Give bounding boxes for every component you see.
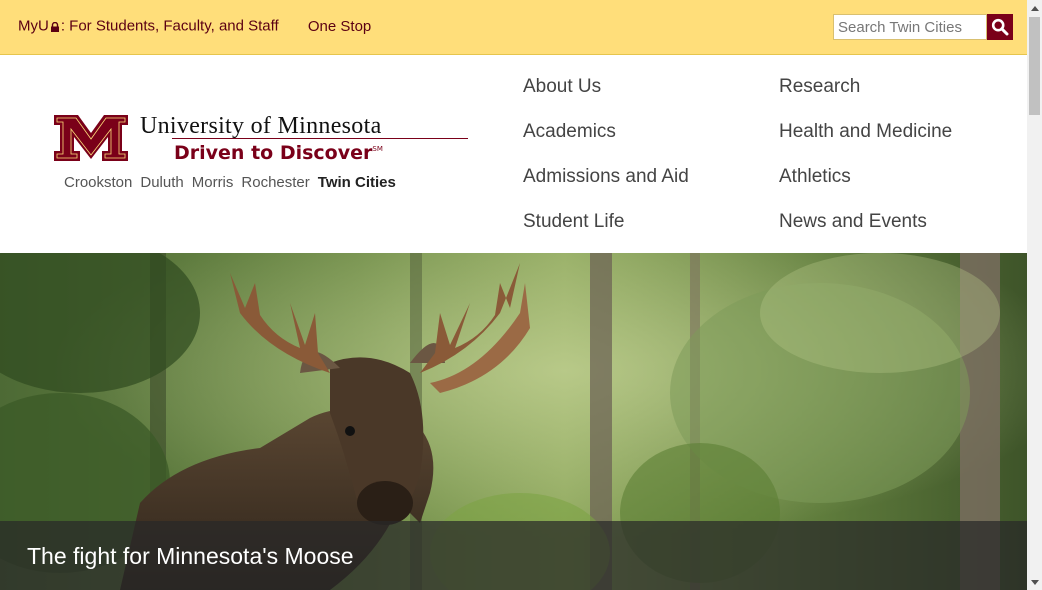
campus-links: Crookston Duluth Morris Rochester Twin Citie… xyxy=(64,174,396,191)
utility-links: MyU : For Students, Faculty, and Staff On… xyxy=(18,17,371,35)
hero-caption[interactable]: The fight for Minnesota's Moose xyxy=(0,521,1027,590)
hero-banner[interactable]: The fight for Minnesota's Moose xyxy=(0,253,1027,590)
nav-about-us[interactable]: About Us xyxy=(523,76,601,98)
campus-link-morris[interactable]: Morris xyxy=(192,174,234,191)
utility-bar: MyU : For Students, Faculty, and Staff On… xyxy=(0,0,1027,55)
search-button[interactable] xyxy=(987,14,1013,40)
nav-admissions-and-aid[interactable]: Admissions and Aid xyxy=(523,166,689,188)
nav-athletics[interactable]: Athletics xyxy=(779,166,851,188)
scroll-thumb[interactable] xyxy=(1029,17,1040,115)
logo-divider xyxy=(172,138,468,139)
site-header: University of Minnesota Driven to Discov… xyxy=(0,55,1027,253)
one-stop-link[interactable]: One Stop xyxy=(308,18,371,35)
myu-suffix: : For Students, Faculty, and Staff xyxy=(60,17,279,35)
search-form xyxy=(833,14,1013,40)
campus-link-crookston[interactable]: Crookston xyxy=(64,174,132,191)
lock-icon xyxy=(50,21,60,32)
tagline: Driven to DiscoverSM xyxy=(174,142,383,164)
tagline-text: Driven to Discover xyxy=(174,142,373,164)
nav-research[interactable]: Research xyxy=(779,76,860,98)
block-m-icon xyxy=(54,115,128,161)
hero-caption-text: The fight for Minnesota's Moose xyxy=(27,543,354,569)
search-icon xyxy=(991,18,1009,36)
nav-health-and-medicine[interactable]: Health and Medicine xyxy=(779,121,952,143)
scroll-up-arrow-icon[interactable] xyxy=(1027,0,1042,15)
trademark: SM xyxy=(372,145,383,153)
myu-link[interactable]: MyU : For Students, Faculty, and Staff xyxy=(18,17,283,35)
university-name: University of Minnesota xyxy=(140,113,382,139)
campus-link-duluth[interactable]: Duluth xyxy=(140,174,183,191)
search-input[interactable] xyxy=(833,14,987,40)
campus-link-rochester[interactable]: Rochester xyxy=(241,174,309,191)
page-scrollbar[interactable] xyxy=(1027,0,1042,590)
nav-news-and-events[interactable]: News and Events xyxy=(779,211,927,233)
nav-student-life[interactable]: Student Life xyxy=(523,211,624,233)
nav-academics[interactable]: Academics xyxy=(523,121,616,143)
myu-label: MyU xyxy=(18,17,49,35)
campus-link-twin-cities[interactable]: Twin Cities xyxy=(318,174,396,191)
scroll-down-arrow-icon[interactable] xyxy=(1027,575,1042,590)
